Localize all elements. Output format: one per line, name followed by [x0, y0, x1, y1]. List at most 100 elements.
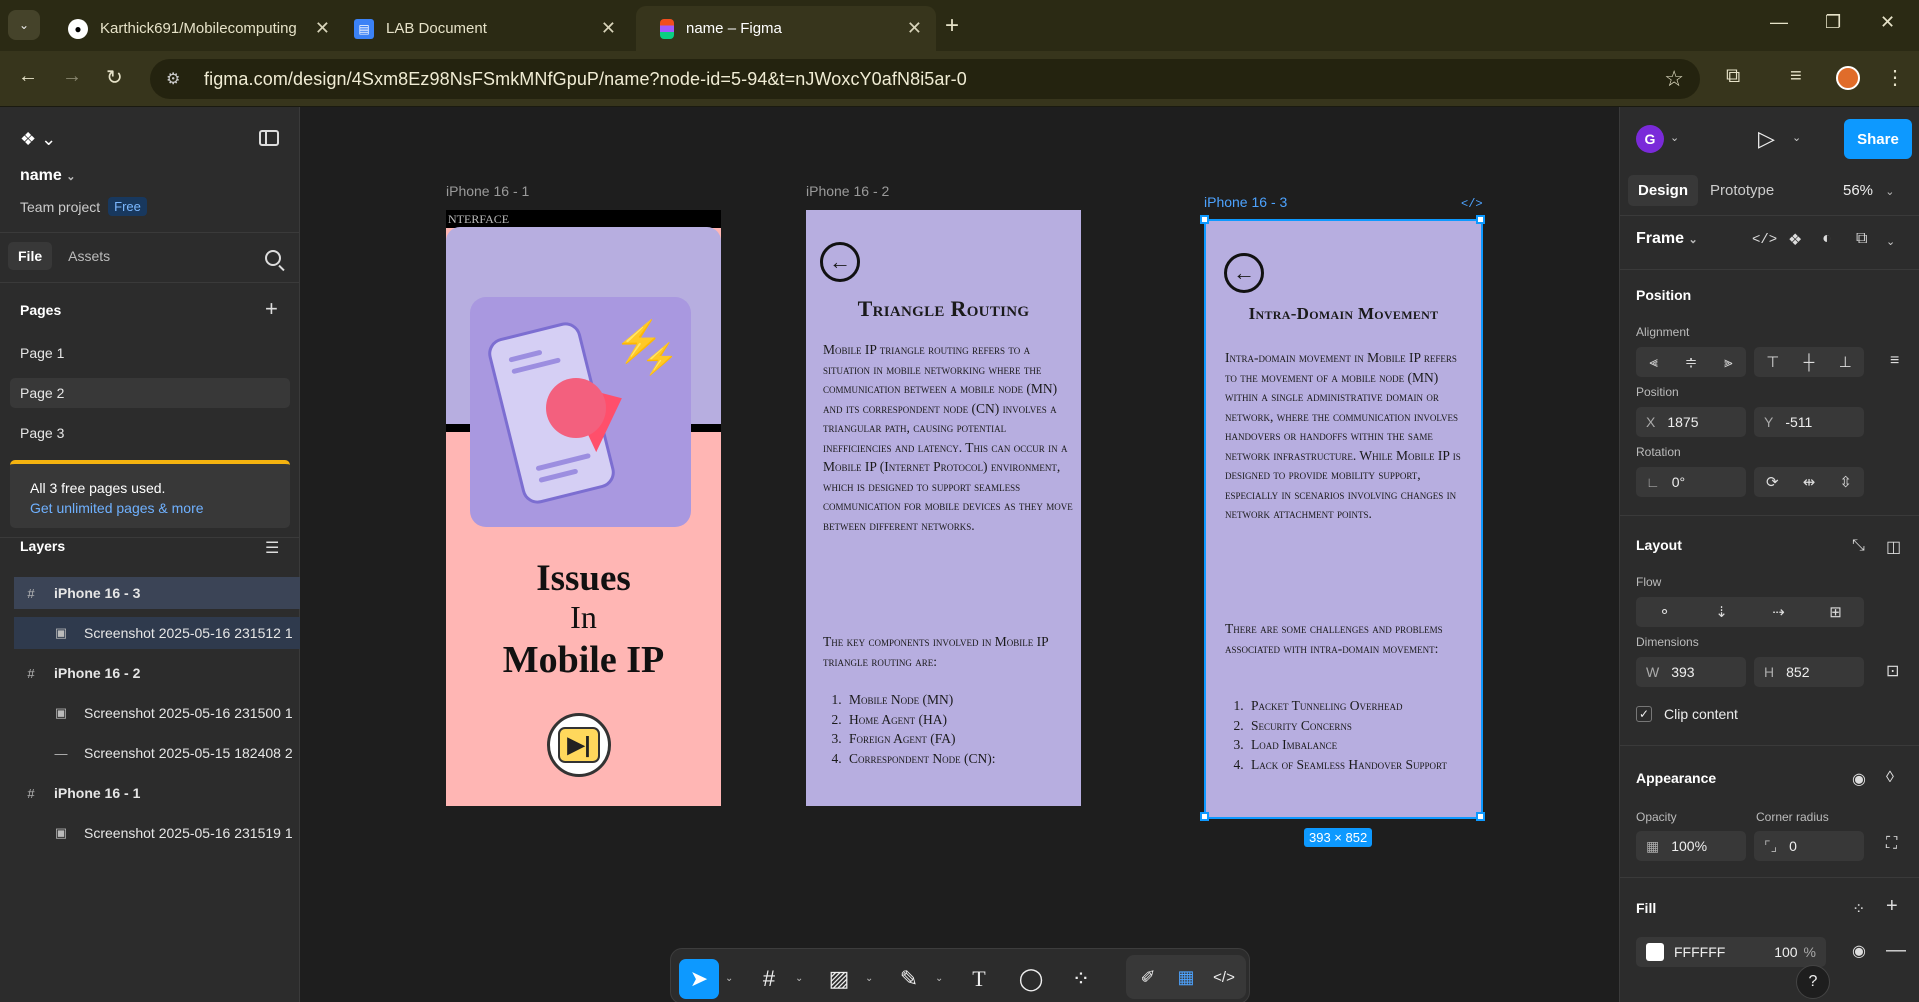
extensions-icon[interactable]: ⧉ — [1726, 65, 1740, 88]
restore-icon[interactable]: ❐ — [1825, 12, 1841, 33]
minimize-icon[interactable]: — — [1770, 12, 1788, 33]
frame-iphone-16-3[interactable]: ← Intra-Domain Movement Intra-domain mov… — [1206, 221, 1481, 817]
independent-corners-icon[interactable]: ⛶ — [1886, 835, 1897, 853]
sidebar-toggle-icon[interactable] — [259, 130, 279, 146]
auto-layout-icon[interactable]: ◫ — [1886, 537, 1901, 557]
chevron-down-icon[interactable]: ⌄ — [795, 973, 803, 984]
draw-mode-icon[interactable]: ✐ — [1128, 957, 1168, 997]
share-button[interactable]: Share — [1844, 119, 1912, 159]
layer-frame[interactable]: # iPhone 16 - 2 — [14, 657, 300, 689]
browser-menu-icon[interactable]: ⋮ — [1885, 65, 1905, 90]
forward-icon[interactable]: → — [62, 65, 82, 88]
back-arrow-icon[interactable]: ← — [1224, 253, 1264, 293]
frame-label[interactable]: iPhone 16 - 1 — [446, 183, 529, 199]
zoom-level[interactable]: 56% ⌄ — [1843, 182, 1894, 199]
code-icon[interactable]: </> — [1461, 197, 1483, 211]
rotation-field[interactable]: ∟ 0° — [1636, 467, 1746, 497]
component-icon[interactable]: ❖ — [1788, 230, 1802, 250]
upsell-link[interactable]: Get unlimited pages & more — [30, 500, 270, 516]
frame-label[interactable]: iPhone 16 - 3 — [1204, 194, 1287, 210]
back-icon[interactable]: ← — [18, 65, 38, 88]
opacity-field[interactable]: ▦ 100% — [1636, 831, 1746, 861]
actions-tool-icon[interactable]: ⁘ — [1061, 959, 1101, 999]
tab-file[interactable]: File — [8, 242, 53, 270]
chevron-down-icon[interactable]: ⌄ — [865, 973, 873, 984]
profile-avatar[interactable] — [1836, 66, 1860, 90]
remove-fill-icon[interactable]: — — [1886, 939, 1906, 962]
close-icon[interactable]: ✕ — [315, 18, 330, 39]
clip-content-checkbox[interactable]: ✓ — [1636, 706, 1652, 722]
plan-badge[interactable]: Free — [108, 197, 147, 216]
frame-tool-icon[interactable]: # — [749, 959, 789, 999]
x-position-field[interactable]: X 1875 — [1636, 407, 1746, 437]
present-play-icon[interactable]: ▷ — [1758, 126, 1775, 152]
tab-prototype[interactable]: Prototype — [1700, 175, 1784, 206]
frame-label[interactable]: iPhone 16 - 2 — [806, 183, 889, 199]
blend-mode-icon[interactable]: ◊ — [1886, 769, 1894, 787]
comment-tool-icon[interactable]: ◯ — [1011, 959, 1051, 999]
page-item[interactable]: Page 2 — [10, 378, 290, 408]
tab-assets[interactable]: Assets — [58, 242, 120, 270]
layer-frame[interactable]: # iPhone 16 - 3 — [14, 577, 300, 609]
layer-image[interactable]: ▣ Screenshot 2025-05-16 231500 1 — [14, 697, 300, 729]
resize-constraints-icon[interactable]: ⊡ — [1886, 661, 1899, 681]
align-bottom-icon[interactable]: ⊥ — [1839, 353, 1852, 371]
eye-icon[interactable]: ◉ — [1852, 769, 1866, 789]
tab-lab-document[interactable]: ▤ LAB Document ✕ — [330, 6, 630, 51]
pen-tool-icon[interactable]: ✎ — [889, 959, 929, 999]
layer-sort-icon[interactable]: ☰ — [265, 538, 279, 558]
styles-icon[interactable]: ⁘ — [1852, 899, 1865, 919]
reload-icon[interactable]: ↻ — [106, 65, 123, 90]
text-tool-icon[interactable]: T — [959, 959, 999, 999]
resize-handle[interactable] — [1200, 812, 1209, 821]
flip-horizontal-icon[interactable]: ⇹ — [1803, 473, 1816, 491]
new-tab-button[interactable]: + — [945, 12, 959, 40]
close-window-icon[interactable]: ✕ — [1880, 12, 1895, 33]
resize-handle[interactable] — [1200, 215, 1209, 224]
vertical-flow-icon[interactable]: ⇣ — [1715, 603, 1728, 621]
frame-type-select[interactable]: Frame ⌄ — [1636, 230, 1698, 248]
frame-iphone-16-2[interactable]: ← Triangle Routing Mobile IP triangle ro… — [806, 210, 1081, 806]
layer-image[interactable]: ▣ Screenshot 2025-05-16 231512 1 — [14, 617, 300, 649]
close-icon[interactable]: ✕ — [907, 18, 922, 39]
url-field[interactable]: ⚙ figma.com/design/4Sxm8Ez98NsFSmkMNfGpu… — [150, 59, 1700, 99]
boolean-icon[interactable]: ⧉ — [1856, 230, 1867, 248]
fill-color-field[interactable]: FFFFFF 100 % — [1636, 937, 1826, 967]
align-middle-icon[interactable]: ┼ — [1804, 354, 1815, 371]
height-field[interactable]: H 852 — [1754, 657, 1864, 687]
page-item[interactable]: Page 1 — [10, 338, 290, 368]
chevron-down-icon[interactable]: ⌄ — [1886, 235, 1895, 248]
tab-design[interactable]: Design — [1628, 175, 1699, 206]
image-tool-icon[interactable]: ▨ — [819, 959, 859, 999]
grid-flow-icon[interactable]: ⊞ — [1829, 603, 1842, 621]
layer-frame[interactable]: # iPhone 16 - 1 — [14, 777, 300, 809]
chevron-down-icon[interactable]: ⌄ — [1670, 131, 1679, 144]
close-icon[interactable]: ✕ — [601, 18, 616, 39]
site-info-icon[interactable]: ⚙ — [166, 69, 188, 89]
align-top-icon[interactable]: ⊤ — [1766, 353, 1779, 371]
align-center-icon[interactable]: ≑ — [1685, 353, 1698, 371]
frame-iphone-16-1[interactable]: NTERFACE ⚡ ⚡ Issues In Mobile IP ▶| — [446, 210, 721, 806]
tab-github[interactable]: ● Karthick691/Mobilecomputing ✕ — [44, 6, 344, 51]
resize-handle[interactable] — [1476, 812, 1485, 821]
file-name[interactable]: name ⌄ — [20, 167, 75, 185]
align-left-icon[interactable]: ⫷ — [1649, 354, 1657, 371]
help-button[interactable]: ? — [1796, 965, 1830, 999]
mask-icon[interactable]: ◐ — [1822, 230, 1832, 248]
bookmark-star-icon[interactable]: ☆ — [1664, 66, 1684, 92]
move-tool-icon[interactable]: ➤ — [679, 959, 719, 999]
chevron-down-icon[interactable]: ⌄ — [1792, 131, 1801, 144]
code-icon[interactable]: </> — [1752, 232, 1777, 248]
fill-swatch[interactable] — [1646, 943, 1664, 961]
media-control-icon[interactable]: ≡ — [1790, 65, 1802, 88]
avatar[interactable]: G — [1636, 125, 1664, 153]
search-icon[interactable] — [265, 250, 281, 266]
next-button[interactable]: ▶| — [547, 713, 611, 777]
flip-vertical-icon[interactable]: ⇳ — [1839, 473, 1852, 491]
distribute-icon[interactable]: ≡ — [1890, 352, 1899, 370]
align-right-icon[interactable]: ⫸ — [1724, 354, 1732, 371]
add-page-icon[interactable]: + — [265, 296, 278, 322]
page-item[interactable]: Page 3 — [10, 418, 290, 448]
tab-figma[interactable]: name – Figma ✕ — [636, 6, 936, 51]
y-position-field[interactable]: Y -511 — [1754, 407, 1864, 437]
